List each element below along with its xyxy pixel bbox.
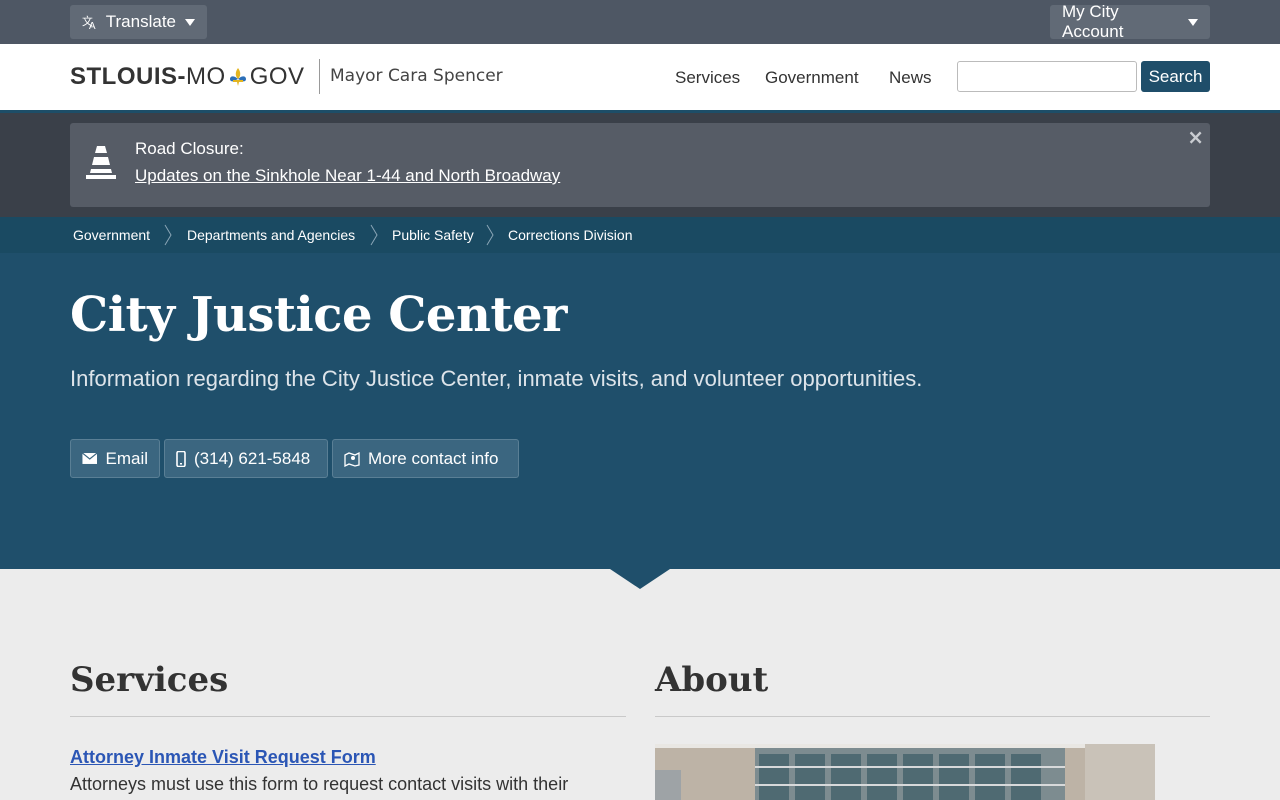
about-divider — [655, 716, 1210, 717]
caret-down-icon — [185, 18, 195, 26]
alert-link[interactable]: Updates on the Sinkhole Near 1-44 and No… — [135, 166, 560, 186]
service-description: Attorneys must use this form to request … — [70, 774, 569, 794]
phone-button[interactable]: (314) 621-5848 — [164, 439, 328, 478]
breadcrumb-item-government[interactable]: Government — [73, 227, 150, 243]
page-subtitle: Information regarding the City Justice C… — [70, 366, 923, 391]
logo-dash: - — [177, 63, 187, 90]
site-logo[interactable]: STLOUIS - MO GOV — [70, 63, 305, 91]
more-contact-label: More contact info — [368, 448, 499, 468]
phone-label: (314) 621-5848 — [194, 448, 311, 468]
my-city-account-button[interactable]: My City Account — [1050, 2, 1210, 41]
logo-part-mo: MO — [186, 63, 226, 90]
nav-services[interactable]: Services — [675, 68, 740, 88]
breadcrumb-item-departments[interactable]: Departments and Agencies — [187, 227, 355, 243]
chevron-right-icon — [486, 224, 494, 246]
traffic-cone-icon — [86, 146, 116, 179]
email-button[interactable]: Email — [70, 439, 160, 478]
search-input[interactable] — [957, 61, 1137, 92]
logo-part-gov: GOV — [249, 63, 305, 90]
site-header: STLOUIS - MO GOV Mayor Cara Spencer Serv… — [0, 44, 1280, 110]
envelope-icon — [82, 452, 98, 464]
fleur-de-lis-icon — [229, 68, 246, 86]
translate-button[interactable]: 文 A Translate — [70, 5, 207, 39]
map-pin-icon — [344, 451, 360, 467]
email-label: Email — [105, 448, 148, 468]
nav-news[interactable]: News — [889, 68, 932, 88]
services-heading: Services — [70, 660, 229, 700]
search-button[interactable]: Search — [1141, 61, 1210, 92]
breadcrumb-item-corrections[interactable]: Corrections Division — [508, 227, 632, 243]
services-divider — [70, 716, 626, 717]
road-closure-alert: Road Closure: Updates on the Sinkhole Ne… — [70, 123, 1210, 207]
breadcrumb-item-public-safety[interactable]: Public Safety — [392, 227, 474, 243]
translate-label: Translate — [105, 12, 176, 31]
breadcrumb: Government Departments and Agencies Publ… — [0, 217, 1280, 253]
svg-text:A: A — [89, 21, 96, 30]
page-hero: City Justice Center Information regardin… — [0, 253, 1280, 569]
building-photo-graphic — [655, 744, 1155, 800]
caret-down-icon — [1188, 18, 1198, 26]
building-photo — [655, 744, 1155, 800]
account-label: My City Account — [1062, 2, 1124, 41]
alert-region: Road Closure: Updates on the Sinkhole Ne… — [0, 110, 1280, 217]
chevron-right-icon — [370, 224, 378, 246]
page-title: City Justice Center — [70, 287, 567, 343]
mobile-phone-icon — [176, 450, 186, 467]
service-link-attorney-visit[interactable]: Attorney Inmate Visit Request Form — [70, 747, 376, 768]
chevron-right-icon — [164, 224, 172, 246]
about-heading: About — [655, 660, 769, 700]
logo-divider — [319, 59, 320, 94]
more-contact-info-button[interactable]: More contact info — [332, 439, 519, 478]
close-icon[interactable]: × — [1187, 125, 1204, 149]
nav-government[interactable]: Government — [765, 68, 859, 88]
alert-title: Road Closure: — [135, 139, 244, 158]
mayor-name: Mayor Cara Spencer — [330, 66, 503, 86]
utility-bar: 文 A Translate My City Account — [0, 0, 1280, 44]
logo-part-stlouis: STLOUIS — [70, 63, 178, 90]
translate-icon: 文 A — [82, 14, 96, 30]
hero-notch — [610, 569, 670, 589]
